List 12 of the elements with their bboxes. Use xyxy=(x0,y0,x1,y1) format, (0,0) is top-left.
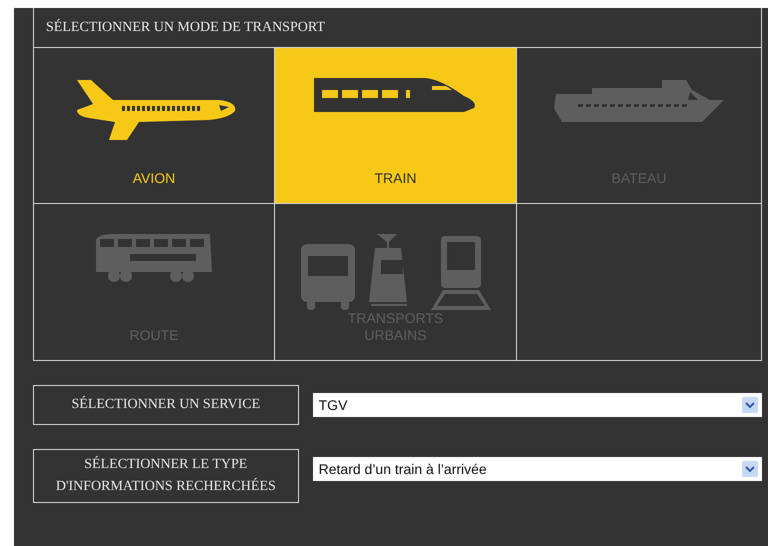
transport-mode-tile[interactable]: TRAIN xyxy=(275,48,517,204)
double-decker-bus-icon xyxy=(94,234,214,284)
dropdown-field[interactable]: TGV xyxy=(312,393,762,417)
ship-icon xyxy=(552,78,726,124)
chevron-down-icon xyxy=(742,461,758,477)
urban-vehicles-icon xyxy=(300,234,490,310)
field-label: SÉLECTIONNER LE TYPE D'INFORMATIONS RECHERCHÉES xyxy=(33,449,299,503)
dropdown-field[interactable]: Retard d’un train à l’arrivée xyxy=(312,457,762,481)
train-icon xyxy=(314,78,478,112)
transport-mode-tile[interactable]: AVION xyxy=(34,48,275,204)
field-label: SÉLECTIONNER UN SERVICE xyxy=(33,385,299,425)
chevron-down-icon xyxy=(742,397,758,413)
